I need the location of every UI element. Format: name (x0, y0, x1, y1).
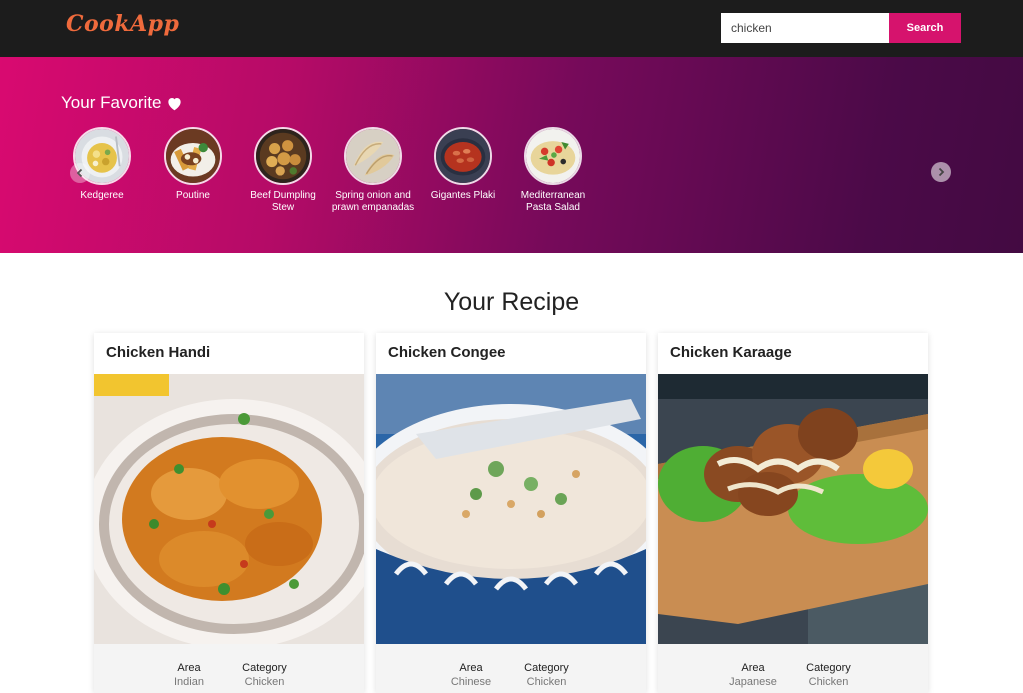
chevron-left-icon (76, 168, 83, 178)
recipe-category: Category Chicken (801, 662, 856, 688)
poutine-thumbnail (164, 127, 222, 185)
chicken-karaage-image (658, 374, 928, 644)
recipe-category: Category Chicken (519, 662, 574, 688)
favorite-label: Spring onion and prawn empanadas (331, 190, 415, 213)
favorite-item-beef-dumpling-stew[interactable]: Beef Dumpling Stew (238, 127, 328, 214)
search-button[interactable]: Search (889, 13, 961, 43)
category-value: Chicken (808, 676, 849, 688)
favorites-heading: Your Favorite (61, 93, 183, 113)
carousel-prev-button[interactable] (70, 163, 90, 183)
area-value: Chinese (450, 676, 492, 688)
favorite-label: Kedgeree (80, 190, 124, 201)
recipe-category: Category Chicken (237, 662, 292, 688)
favorite-item-spring-onion-and-prawn-empanadas[interactable]: Spring onion and prawn empanadas (328, 127, 418, 214)
area-value: Japanese (729, 676, 777, 688)
recipes-heading: Your Recipe (443, 288, 580, 316)
favorite-label: Poutine (176, 190, 210, 201)
chicken-congee-image (376, 374, 646, 644)
favorites-banner: Your Favorite Kedgeree Poutine Beef Dump… (0, 57, 1023, 253)
favorites-title: Your Favorite (61, 93, 162, 112)
mediterranean-pasta-salad-thumbnail (524, 127, 582, 185)
top-bar: CookApp Search (0, 0, 1023, 57)
chevron-right-icon (938, 167, 945, 177)
beef-dumpling-stew-thumbnail (254, 127, 312, 185)
carousel-next-button[interactable] (931, 162, 951, 182)
area-label: Area (741, 662, 765, 674)
category-label: Category (524, 662, 569, 674)
app-logo[interactable]: CookApp (66, 11, 179, 37)
category-value: Chicken (244, 676, 285, 688)
recipe-area: Area Japanese (728, 662, 778, 688)
recipe-meta: Area Japanese Category Chicken (658, 644, 928, 693)
recipe-card-chicken-karaage[interactable]: Chicken Karaage Area Japanese Category C… (658, 333, 928, 693)
recipe-meta: Area Chinese Category Chicken (376, 644, 646, 693)
favorite-label: Gigantes Plaki (430, 190, 496, 201)
gigantes-plaki-thumbnail (434, 127, 492, 185)
category-label: Category (242, 662, 287, 674)
area-value: Indian (174, 676, 204, 688)
recipe-title: Chicken Congee (388, 344, 506, 361)
empanadas-thumbnail (344, 127, 402, 185)
recipe-title: Chicken Karaage (670, 344, 792, 361)
area-label: Area (459, 662, 483, 674)
chicken-handi-image (94, 374, 364, 644)
favorite-item-kedgeree[interactable]: Kedgeree (57, 127, 147, 202)
favorite-label: Mediterranean Pasta Salad (520, 190, 586, 213)
favorite-label: Beef Dumpling Stew (250, 190, 316, 213)
favorite-item-mediterranean-pasta-salad[interactable]: Mediterranean Pasta Salad (508, 127, 598, 214)
favorite-item-gigantes-plaki[interactable]: Gigantes Plaki (418, 127, 508, 202)
recipe-card-chicken-congee[interactable]: Chicken Congee Area Chinese Category Chi… (376, 333, 646, 693)
area-label: Area (177, 662, 201, 674)
recipe-area: Area Chinese (446, 662, 496, 688)
recipe-meta: Area Indian Category Chicken (94, 644, 364, 693)
search-input[interactable] (721, 13, 889, 43)
recipe-area: Area Indian (164, 662, 214, 688)
category-label: Category (806, 662, 851, 674)
favorite-item-poutine[interactable]: Poutine (148, 127, 238, 202)
heart-icon (168, 97, 182, 110)
recipe-card-chicken-handi[interactable]: Chicken Handi Area Indian Category Chick… (94, 333, 364, 693)
recipe-title: Chicken Handi (106, 344, 211, 361)
category-value: Chicken (526, 676, 567, 688)
